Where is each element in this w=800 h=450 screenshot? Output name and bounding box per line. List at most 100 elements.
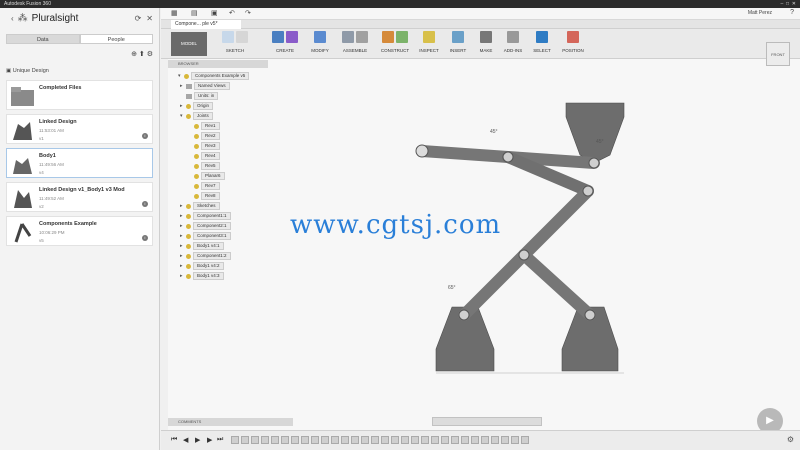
ribbon-group-assemble[interactable]: ASSEMBLE <box>337 31 373 57</box>
timeline-feature[interactable] <box>441 436 449 444</box>
browser-node[interactable]: ▸ Body1 v4:3 <box>180 272 224 280</box>
window-controls[interactable]: – □ ✕ <box>780 0 796 8</box>
visibility-icon[interactable] <box>186 253 191 259</box>
timeline-track[interactable] <box>231 436 621 444</box>
timeline-feature[interactable] <box>251 436 259 444</box>
ribbon-group-select[interactable]: SELECT <box>529 31 555 57</box>
browser-node[interactable]: ▸ Body1 v4:1 <box>180 242 224 250</box>
timeline-feature[interactable] <box>271 436 279 444</box>
visibility-icon[interactable] <box>186 243 191 249</box>
browser-joint[interactable]: Rev4 <box>188 152 220 160</box>
timeline-feature[interactable] <box>371 436 379 444</box>
pin-joint[interactable] <box>458 309 470 321</box>
timeline-feature[interactable] <box>291 436 299 444</box>
browser-node[interactable]: ▸ Named Views <box>180 82 230 90</box>
breadcrumb[interactable]: ▣ Unique Design <box>0 62 159 80</box>
ribbon-group-construct[interactable]: CONSTRUCT <box>377 31 413 57</box>
timeline-feature[interactable] <box>311 436 319 444</box>
browser-node[interactable]: ▸ Component2:1 <box>180 222 231 230</box>
visibility-icon[interactable] <box>186 103 191 109</box>
timeline-feature[interactable] <box>451 436 459 444</box>
timeline-feature[interactable] <box>411 436 419 444</box>
list-item[interactable]: Linked Design 11:53:01 AM v1 i <box>6 114 153 144</box>
browser-joint[interactable]: Rev1 <box>188 122 220 130</box>
list-item[interactable]: Completed Files <box>6 80 153 110</box>
browser-node[interactable]: ▸ Sketches <box>180 202 220 210</box>
timeline-feature[interactable] <box>391 436 399 444</box>
ribbon-group-inspect[interactable]: INSPECT <box>415 31 443 57</box>
pin-joint[interactable] <box>415 144 429 158</box>
ribbon-group-modify[interactable]: MODIFY <box>307 31 333 57</box>
browser-joint[interactable]: Rev2 <box>188 132 220 140</box>
visibility-icon[interactable] <box>186 223 191 229</box>
browser-joint[interactable]: Rev7 <box>188 182 220 190</box>
timeline-feature[interactable] <box>241 436 249 444</box>
refresh-icon[interactable]: ⟳ <box>135 14 142 23</box>
visibility-icon[interactable] <box>194 143 199 149</box>
timeline-feature[interactable] <box>341 436 349 444</box>
timeline-feature[interactable] <box>501 436 509 444</box>
visibility-icon[interactable] <box>186 233 191 239</box>
visibility-icon[interactable] <box>184 73 189 79</box>
timeline-start-icon[interactable]: ⏮ <box>171 436 177 444</box>
timeline-feature[interactable] <box>301 436 309 444</box>
browser-joint[interactable]: Planar6 <box>188 172 225 180</box>
timeline-feature[interactable] <box>281 436 289 444</box>
browser-node[interactable]: ▸ Origin <box>180 102 214 110</box>
document-tab[interactable]: Compone... ple v5* <box>171 20 241 29</box>
timeline-feature[interactable] <box>361 436 369 444</box>
link-diagonal[interactable] <box>518 185 594 261</box>
timeline-feature[interactable] <box>511 436 519 444</box>
timeline-prev-icon[interactable]: ◀ <box>183 436 188 444</box>
timeline-feature[interactable] <box>521 436 529 444</box>
pin-joint[interactable] <box>518 249 530 261</box>
new-folder-icon[interactable]: ⊕ <box>131 51 137 58</box>
list-item[interactable]: Linked Design v1_Body1 v3 Mod 11:49:52 A… <box>6 182 153 212</box>
browser-node[interactable]: ▸ Component1:2 <box>180 252 231 260</box>
tab-people[interactable]: People <box>79 34 153 44</box>
timeline-feature[interactable] <box>401 436 409 444</box>
timeline-feature[interactable] <box>331 436 339 444</box>
browser-header[interactable]: BROWSER <box>168 60 268 68</box>
undo-icon[interactable]: ↶ <box>229 9 235 17</box>
angle-dimension[interactable]: 65° <box>448 285 456 291</box>
ribbon-group-position[interactable]: POSITION <box>557 31 589 57</box>
link-lower-right[interactable] <box>518 249 596 321</box>
browser-root[interactable]: ▾ Components Example v5 <box>178 72 250 80</box>
timeline-feature[interactable] <box>431 436 439 444</box>
browser-joint[interactable]: Rev5 <box>188 162 220 170</box>
angle-dimension[interactable]: 45° <box>596 139 604 145</box>
list-item[interactable]: Body1 11:49:56 AM v4 <box>6 148 153 178</box>
timeline-feature[interactable] <box>381 436 389 444</box>
timeline-feature[interactable] <box>461 436 469 444</box>
timeline-feature[interactable] <box>471 436 479 444</box>
browser-node[interactable]: Units: in <box>180 92 219 100</box>
timeline-next-icon[interactable]: ▶ <box>207 436 212 444</box>
browser-node[interactable]: ▸ Component1:1 <box>180 212 231 220</box>
timeline-feature[interactable] <box>351 436 359 444</box>
visibility-icon[interactable] <box>194 133 199 139</box>
ribbon-group-make[interactable]: MAKE <box>473 31 499 57</box>
user-menu[interactable]: Matt Perez <box>748 10 772 16</box>
timeline-settings-icon[interactable]: ⚙ <box>787 435 794 444</box>
top-bracket[interactable] <box>565 102 625 164</box>
angle-dimension[interactable]: 45° <box>490 129 498 135</box>
file-icon[interactable]: ▤ <box>191 9 198 17</box>
visibility-icon[interactable] <box>186 213 191 219</box>
timeline-feature[interactable] <box>231 436 239 444</box>
timeline-end-icon[interactable]: ⏭ <box>217 436 223 444</box>
pin-joint[interactable] <box>502 151 514 163</box>
navigation-bar[interactable] <box>432 417 542 426</box>
visibility-icon[interactable] <box>194 153 199 159</box>
ribbon-group-insert[interactable]: INSERT <box>445 31 471 57</box>
browser-joint[interactable]: Rev3 <box>188 142 220 150</box>
viewport[interactable]: 45° 65° 45° <box>168 59 800 430</box>
ribbon-group-sketch[interactable]: SKETCH <box>213 31 257 57</box>
info-icon[interactable]: i <box>142 133 148 139</box>
visibility-icon[interactable] <box>194 183 199 189</box>
link-lower-left[interactable] <box>458 249 530 321</box>
back-icon[interactable]: ‹ <box>11 14 14 23</box>
upload-icon[interactable]: ⬆ <box>139 51 145 58</box>
timeline-feature[interactable] <box>261 436 269 444</box>
close-icon[interactable]: ✕ <box>146 14 153 23</box>
